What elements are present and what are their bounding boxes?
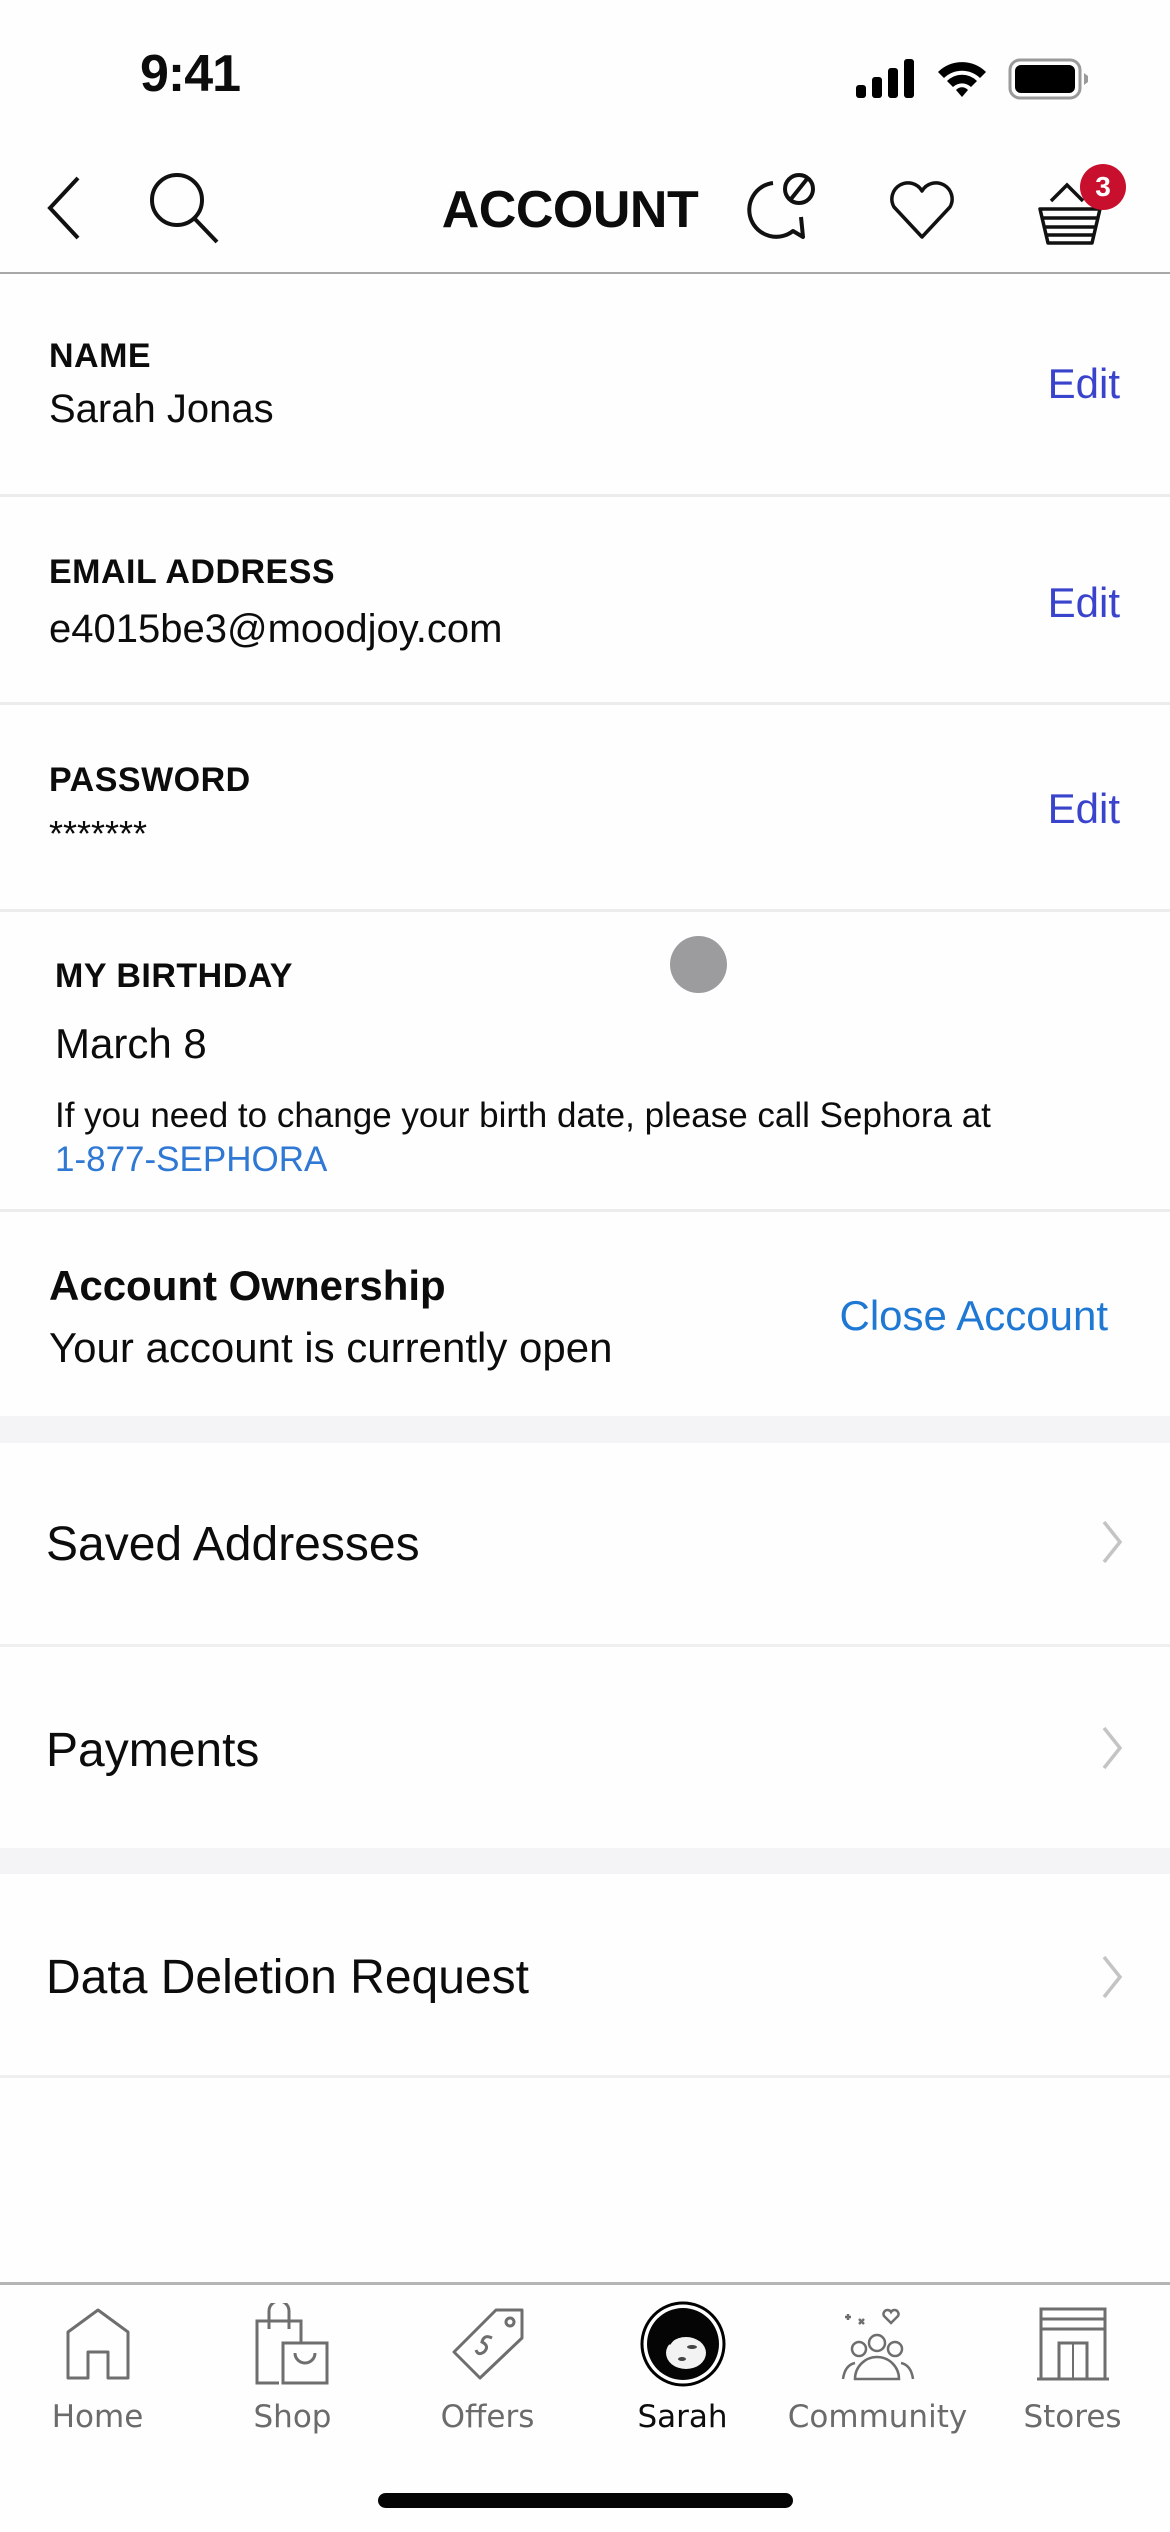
tab-home[interactable]: Home <box>0 2299 195 2449</box>
email-label: EMAIL ADDRESS <box>49 553 336 591</box>
wifi-icon <box>938 62 986 97</box>
header: ACCOUNT 3 <box>0 140 1170 274</box>
tab-stores-label: Stores <box>1023 2399 1122 2435</box>
tab-offers[interactable]: Offers <box>390 2299 585 2449</box>
page-title: ACCOUNT <box>441 181 699 239</box>
email-row: EMAIL ADDRESS e4015be3@moodjoy.com Edit <box>0 497 1170 705</box>
sephora-phone-link[interactable]: 1-877-SEPHORA <box>55 1140 327 1179</box>
password-row: PASSWORD ******* Edit <box>0 705 1170 912</box>
section-divider <box>0 1416 1170 1443</box>
chat-button[interactable] <box>738 168 818 248</box>
section-divider <box>0 1848 1170 1874</box>
password-value: ******* <box>49 813 148 854</box>
community-icon <box>841 2308 914 2381</box>
tab-home-label: Home <box>51 2399 144 2435</box>
status-bar: 9:41 <box>0 0 1170 140</box>
close-account-button[interactable]: Close Account <box>840 1292 1109 1340</box>
saved-addresses-row[interactable]: Saved Addresses <box>0 1443 1170 1647</box>
avatar <box>640 2301 725 2387</box>
status-time: 9:41 <box>140 45 241 103</box>
loves-button[interactable] <box>882 172 962 248</box>
birthday-info-text: If you need to change your birth date, p… <box>55 1096 991 1135</box>
birthday-value: March 8 <box>55 1020 207 1067</box>
battery-icon <box>1008 58 1088 100</box>
birthday-label: MY BIRTHDAY <box>55 957 293 995</box>
name-value: Sarah Jonas <box>49 387 274 431</box>
tab-offers-label: Offers <box>440 2399 535 2435</box>
home-icon <box>66 2308 129 2380</box>
price-tag-icon <box>452 2308 523 2380</box>
basket-button[interactable]: 3 <box>1030 164 1126 254</box>
chevron-right-icon <box>1102 1726 1123 1770</box>
cellular-signal-icon <box>856 59 914 98</box>
edit-name-button[interactable]: Edit <box>1048 360 1120 408</box>
tab-profile[interactable]: Sarah <box>585 2299 780 2449</box>
tab-community-label: Community <box>787 2399 968 2435</box>
ownership-title: Account Ownership <box>49 1262 446 1309</box>
chevron-right-icon <box>1102 1955 1123 1999</box>
name-label: NAME <box>49 337 152 375</box>
chevron-right-icon <box>1102 1520 1123 1564</box>
birthday-row: MY BIRTHDAY March 8 If you need to chang… <box>0 912 1170 1212</box>
heart-icon <box>890 181 954 239</box>
data-deletion-row[interactable]: Data Deletion Request <box>0 1874 1170 2078</box>
saved-addresses-label: Saved Addresses <box>46 1518 420 1571</box>
password-label: PASSWORD <box>49 761 251 799</box>
touch-indicator <box>670 936 727 993</box>
payments-row[interactable]: Payments <box>0 1647 1170 1848</box>
data-deletion-label: Data Deletion Request <box>46 1951 529 2004</box>
name-row: NAME Sarah Jonas Edit <box>0 275 1170 497</box>
edit-password-button[interactable]: Edit <box>1048 785 1120 833</box>
payments-label: Payments <box>46 1724 260 1777</box>
chat-bubble-icon <box>747 173 815 239</box>
status-icons <box>854 58 1090 100</box>
email-value: e4015be3@moodjoy.com <box>49 607 503 651</box>
home-indicator <box>378 2493 793 2508</box>
birthday-info: If you need to change your birth date, p… <box>55 1094 991 1182</box>
tab-stores[interactable]: Stores <box>975 2299 1170 2449</box>
tab-community[interactable]: Community <box>780 2299 975 2449</box>
store-icon <box>1036 2307 1109 2381</box>
shopping-bag-icon <box>255 2303 328 2385</box>
tab-shop[interactable]: Shop <box>195 2299 390 2449</box>
tab-profile-label: Sarah <box>637 2399 728 2435</box>
basket-count-badge: 3 <box>1080 164 1126 210</box>
ownership-status: Your account is currently open <box>49 1324 613 1371</box>
edit-email-button[interactable]: Edit <box>1048 579 1120 627</box>
account-ownership-row: Account Ownership Your account is curren… <box>0 1212 1170 1416</box>
tab-shop-label: Shop <box>253 2399 332 2435</box>
